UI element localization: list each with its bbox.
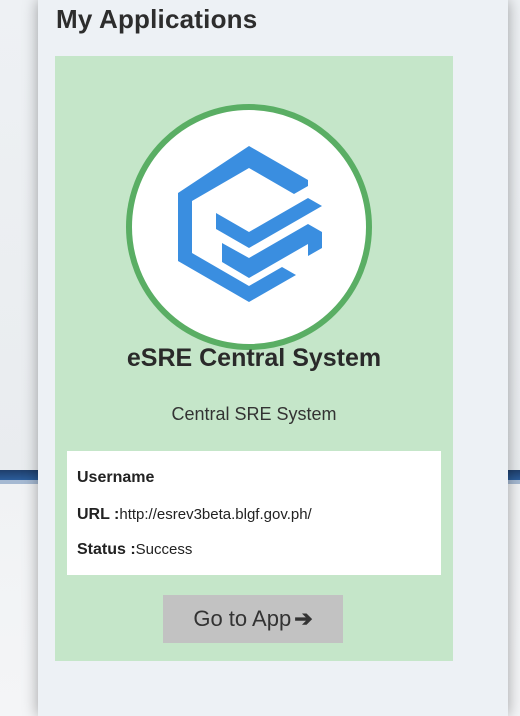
username-label: Username (77, 469, 155, 486)
app-card: eSRE Central System Central SRE System U… (55, 56, 453, 661)
my-applications-panel: My Applications eSRE Central System Cent… (38, 0, 508, 716)
go-to-app-button[interactable]: Go to App ➔ (163, 595, 343, 643)
background-nav-bar (0, 470, 40, 484)
panel-title: My Applications (56, 4, 258, 34)
go-to-app-label: Go to App (193, 606, 292, 631)
status-label: Status : (77, 541, 136, 558)
status-value: Success (135, 541, 193, 558)
url-row: URL :http://esrev3beta.blgf.gov.ph/ (77, 506, 312, 524)
username-row: Username (77, 469, 154, 487)
background-nav-bar-right (508, 470, 520, 484)
url-label: URL : (77, 506, 120, 523)
url-value: http://esrev3beta.blgf.gov.ph/ (119, 506, 312, 523)
app-description: Central SRE System (171, 404, 337, 424)
app-name: eSRE Central System (126, 344, 382, 372)
app-logo (126, 104, 372, 350)
esre-logo-icon (178, 146, 322, 302)
app-info-box: Username URL :http://esrev3beta.blgf.gov… (67, 451, 441, 575)
arrow-right-icon: ➔ (294, 606, 313, 631)
status-row: Status :Success (77, 541, 192, 559)
